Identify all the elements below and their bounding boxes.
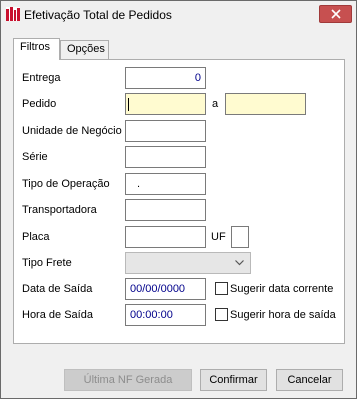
ultima-nf-button-label: Última NF Gerada <box>83 374 173 386</box>
tab-filtros-label: Filtros <box>20 41 50 53</box>
sugerir-data-label[interactable]: Sugerir data corrente <box>230 283 333 295</box>
data-saida-field[interactable]: 00/00/0000 <box>125 278 206 300</box>
placa-field[interactable] <box>125 226 206 248</box>
hora-saida-field[interactable]: 00:00:00 <box>125 304 206 326</box>
app-logo-icon <box>6 7 20 21</box>
close-button[interactable] <box>319 5 352 23</box>
pedido-to-field[interactable] <box>225 93 306 115</box>
cancelar-button[interactable]: Cancelar <box>276 369 343 391</box>
transportadora-label: Transportadora <box>22 204 97 216</box>
tipo-operacao-label: Tipo de Operação <box>22 178 110 190</box>
confirmar-button[interactable]: Confirmar <box>200 369 267 391</box>
hora-saida-label: Hora de Saída <box>22 309 93 321</box>
transportadora-field[interactable] <box>125 199 206 221</box>
dialog-window: Efetivação Total de Pedidos Filtros Opçõ… <box>0 0 357 399</box>
hora-saida-value: 00:00:00 <box>130 309 173 321</box>
tipo-frete-select[interactable] <box>125 252 251 274</box>
confirmar-button-label: Confirmar <box>209 374 258 386</box>
ultima-nf-button[interactable]: Última NF Gerada <box>64 369 192 391</box>
chevron-down-icon <box>235 260 244 266</box>
serie-label: Série <box>22 151 48 163</box>
cancelar-button-label: Cancelar <box>287 374 332 386</box>
entrega-label: Entrega <box>22 72 61 84</box>
unidade-label: Unidade de Negócio <box>22 125 122 137</box>
tab-filtros[interactable]: Filtros <box>13 38 60 60</box>
pedido-range-separator: a <box>212 98 219 110</box>
window-title: Efetivação Total de Pedidos <box>24 8 172 22</box>
tab-opcoes-label: Opções <box>67 43 105 55</box>
close-icon <box>330 9 341 19</box>
placa-label: Placa <box>22 231 50 243</box>
unidade-field[interactable] <box>125 120 206 142</box>
entrega-value: 0 <box>194 72 201 84</box>
sugerir-data-checkbox[interactable] <box>215 282 228 295</box>
serie-field[interactable] <box>125 146 206 168</box>
tab-opcoes[interactable]: Opções <box>60 40 109 60</box>
tipo-frete-label: Tipo Frete <box>22 257 72 269</box>
pedido-label: Pedido <box>22 98 57 110</box>
tipo-operacao-value: . <box>137 178 141 190</box>
data-saida-label: Data de Saída <box>22 283 93 295</box>
title-bar[interactable]: Efetivação Total de Pedidos <box>1 1 356 29</box>
sugerir-hora-checkbox[interactable] <box>215 308 228 321</box>
sugerir-hora-label[interactable]: Sugerir hora de saída <box>230 309 336 321</box>
filters-panel: Entrega 0 Pedido a Unidade de Negócio Sé… <box>13 59 345 344</box>
entrega-field[interactable]: 0 <box>125 67 206 89</box>
uf-label: UF <box>211 231 226 243</box>
data-saida-value: 00/00/0000 <box>130 283 186 295</box>
text-caret <box>128 98 129 111</box>
tipo-operacao-field[interactable]: . <box>125 173 206 195</box>
uf-field[interactable] <box>231 226 249 248</box>
pedido-from-field[interactable] <box>125 93 206 115</box>
